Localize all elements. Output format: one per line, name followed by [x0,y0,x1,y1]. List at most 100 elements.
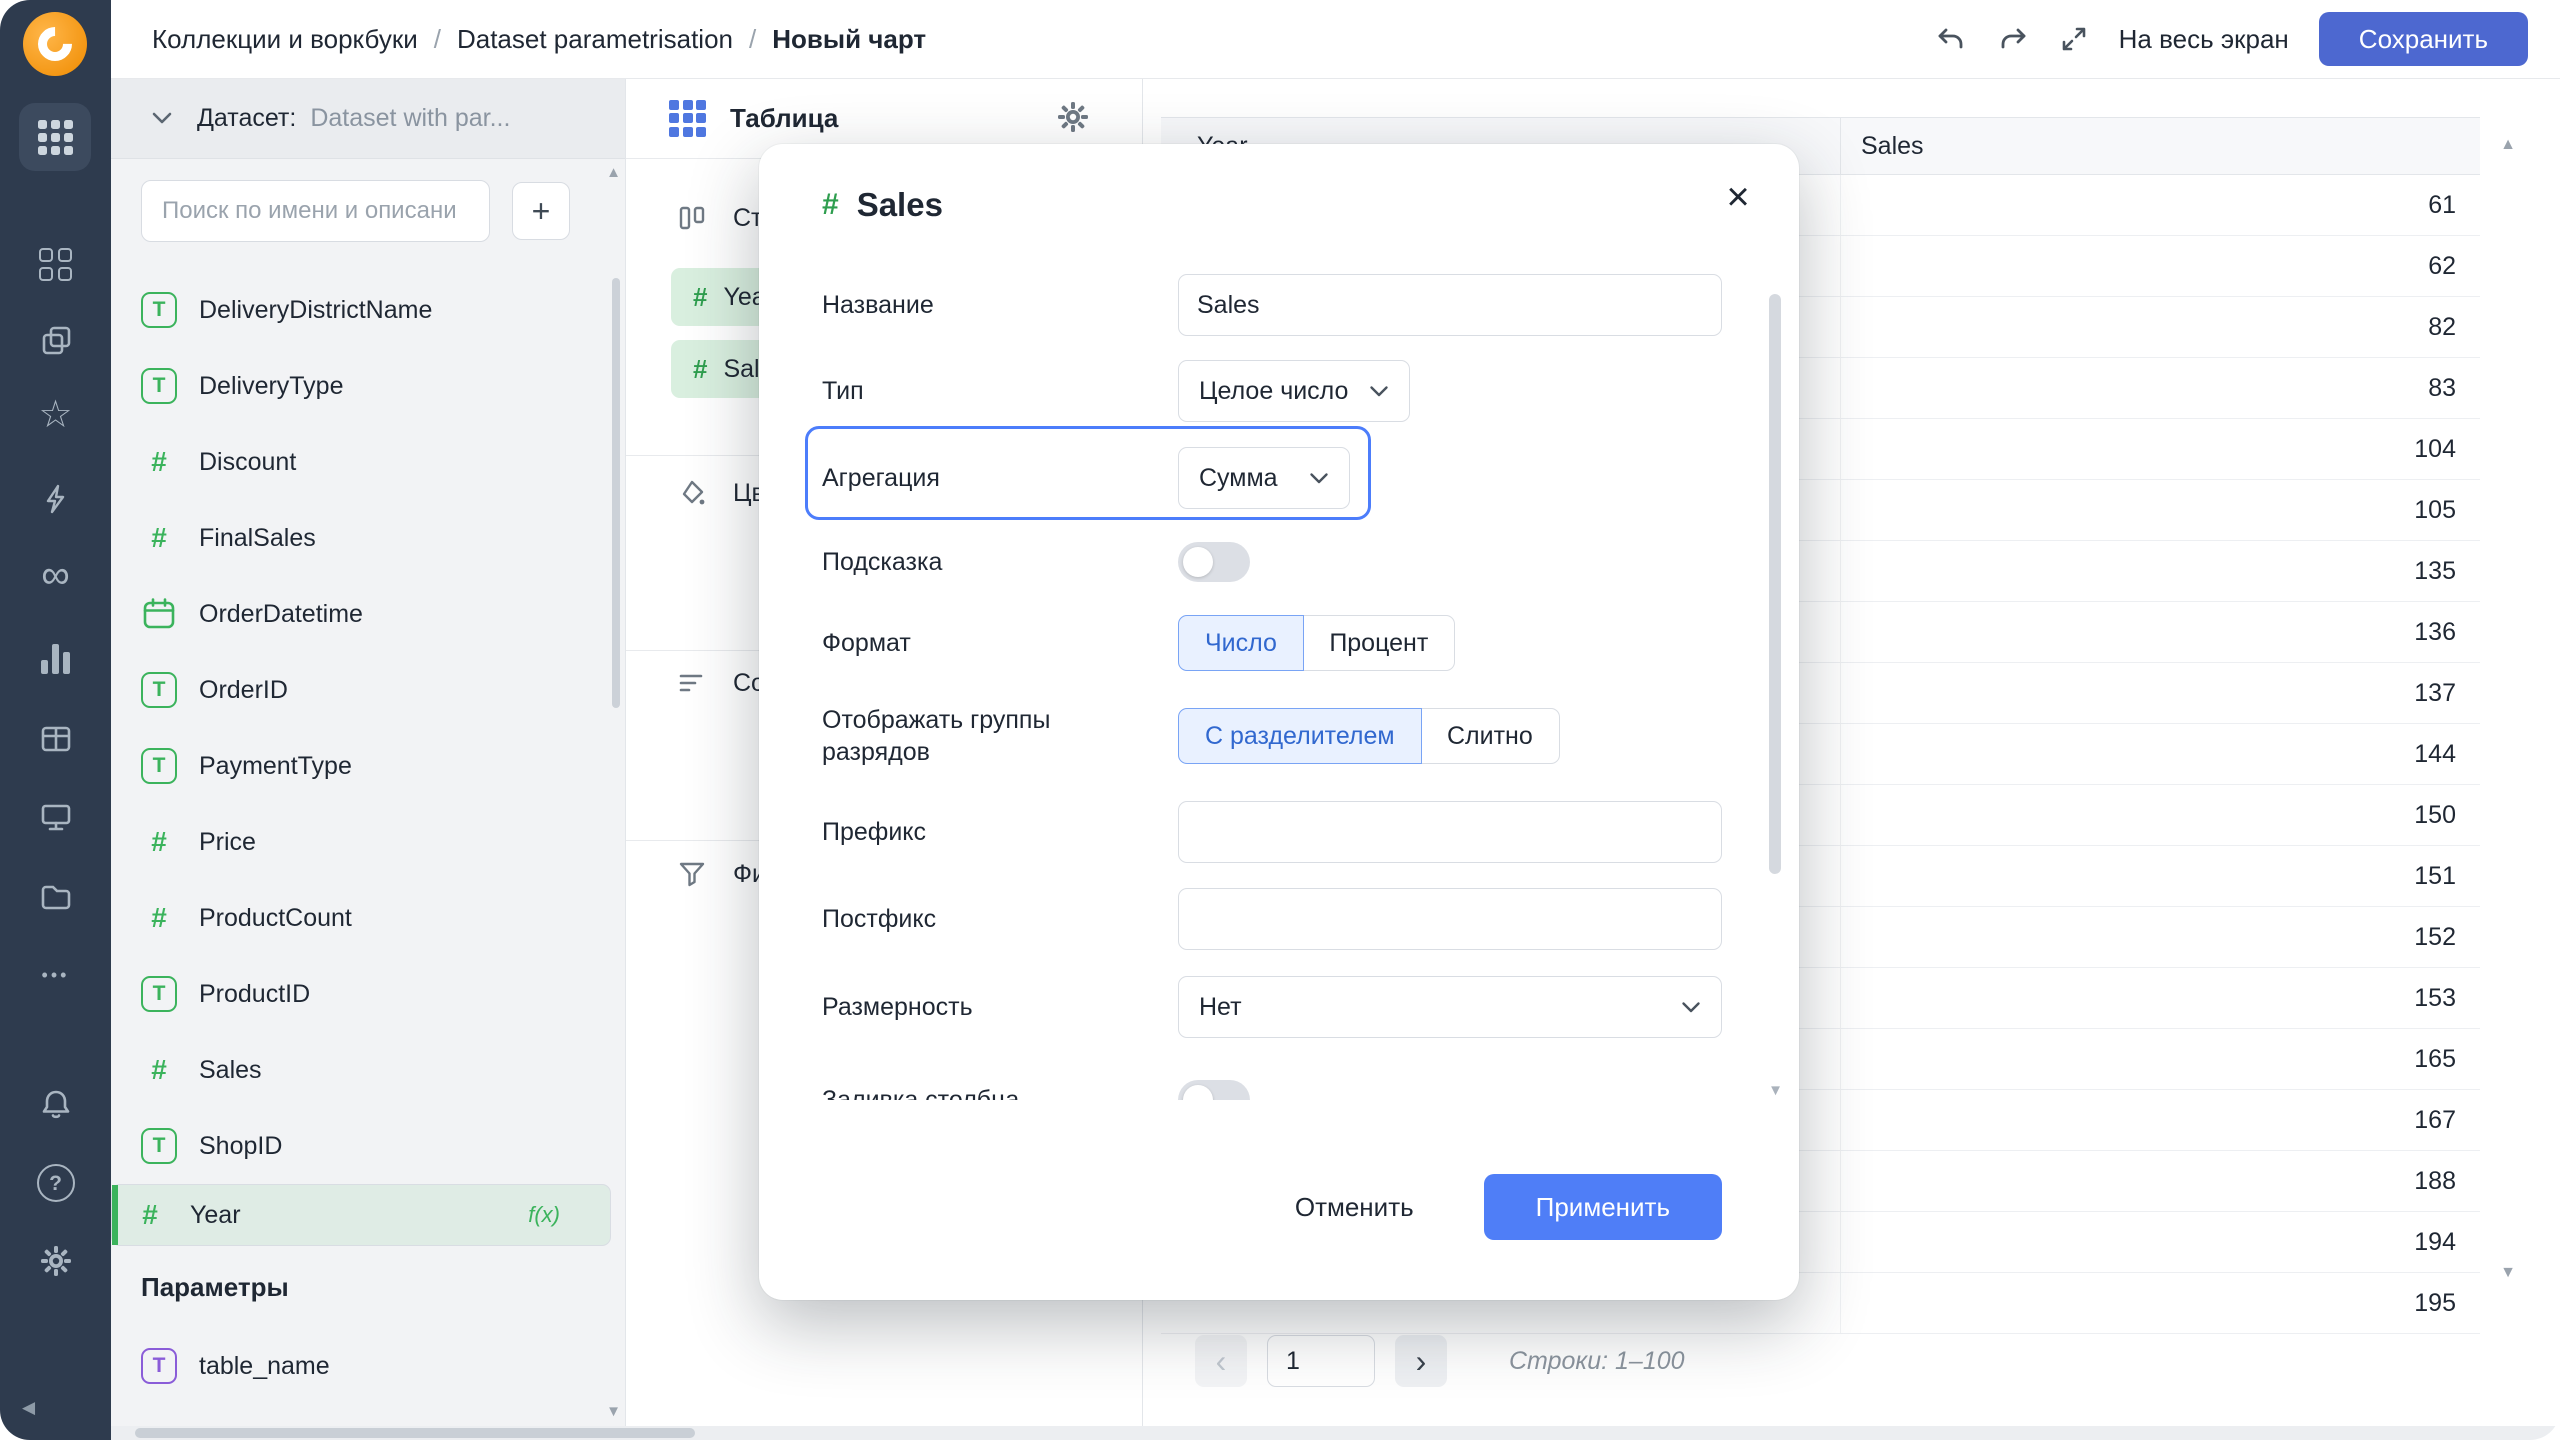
tooltip-row: Подсказка [822,522,1722,602]
add-field-button[interactable]: + [512,182,570,240]
type-select[interactable]: Целое число [1178,360,1410,422]
redo-icon [1997,23,2029,55]
ellipsis-icon: ••• [42,966,70,984]
aggregation-row: Агрегация Сумма [822,434,1722,522]
fields-scrollbar-thumb[interactable] [612,278,620,708]
field-item[interactable]: # ProductCount [111,880,611,956]
format-option-percent[interactable]: Процент [1302,615,1455,671]
field-item[interactable]: T ShopID [111,1108,611,1184]
table-viz-icon[interactable] [669,100,706,137]
close-dialog-button[interactable]: × [1715,174,1761,220]
string-type-icon: T [141,672,177,708]
filter-icon [677,859,707,889]
rail-item-quick-actions[interactable] [0,476,111,522]
column-header-sales[interactable]: Sales [1861,118,1924,174]
prev-page-button[interactable]: ‹ [1195,1335,1247,1387]
chevron-down-icon[interactable] [151,111,173,125]
field-search [141,180,490,242]
field-item[interactable]: T PaymentType [111,728,611,804]
field-item[interactable]: # Discount [111,424,611,500]
name-input[interactable] [1178,274,1722,336]
dimension-select-value: Нет [1199,993,1242,1022]
field-item[interactable]: T OrderID [111,652,611,728]
field-item[interactable]: OrderDatetime [111,576,611,652]
field-item[interactable]: T DeliveryType [111,348,611,424]
field-item[interactable]: T DeliveryDistrictName [111,272,611,348]
field-name: Year [190,1201,241,1230]
dimension-select[interactable]: Нет [1178,976,1722,1038]
horizontal-scrollbar-thumb[interactable] [135,1428,695,1438]
datalens-logo-icon[interactable] [23,12,87,76]
sales-cell: 136 [2414,602,2456,662]
sales-cell: 104 [2414,419,2456,479]
number-type-icon: # [693,354,707,385]
postfix-input[interactable] [1178,888,1722,950]
rail-item-connections[interactable]: ∞ [0,552,111,598]
field-item[interactable]: # Sales [111,1032,611,1108]
dataset-name-link[interactable]: Dataset with par... [310,104,510,133]
rail-item-workbooks[interactable] [0,241,111,287]
aggregation-select[interactable]: Сумма [1178,447,1350,509]
breadcrumb-collections[interactable]: Коллекции и воркбуки [152,24,418,55]
field-item-selected[interactable]: # Year f(x) [111,1184,611,1246]
dialog-scroll-down-icon[interactable]: ▼ [1768,1082,1783,1099]
digit-groups-option-plain[interactable]: Слитно [1420,708,1560,764]
viz-settings-button[interactable] [1056,100,1090,134]
topbar-actions: На весь экран Сохранить [1935,0,2528,78]
field-item[interactable]: T ProductID [111,956,611,1032]
number-type-icon: # [141,522,177,554]
rail-item-notifications[interactable] [0,1082,111,1128]
plus-icon: + [532,193,551,230]
dialog-scrollbar-thumb[interactable] [1769,294,1781,874]
chevron-down-icon [1369,385,1389,398]
breadcrumb-workbook[interactable]: Dataset parametrisation [457,24,733,55]
parameter-item[interactable]: T table_name [111,1328,611,1404]
rail-item-more[interactable]: ••• [0,952,111,998]
horizontal-scrollbar[interactable] [111,1426,2560,1440]
string-type-icon: T [141,292,177,328]
sales-cell: 82 [2428,297,2456,357]
rail-item-files[interactable] [0,874,111,920]
fields-scroll-down-icon[interactable]: ▼ [606,1403,621,1420]
squares-icon [39,248,72,281]
visualization-title[interactable]: Таблица [730,103,838,134]
grid-apps-icon [38,120,73,155]
digit-groups-option-separator[interactable]: С разделителем [1178,708,1422,764]
rail-item-collections[interactable] [0,318,111,364]
collapse-sidebar-button[interactable]: ◀ [22,1398,35,1418]
table-scroll-down-icon[interactable]: ▼ [2500,1264,2516,1282]
prefix-input[interactable] [1178,801,1722,863]
rail-item-favorites[interactable]: ☆ [0,392,111,438]
tooltip-toggle[interactable] [1178,542,1250,582]
rail-item-charts[interactable] [0,636,111,682]
save-button[interactable]: Сохранить [2319,12,2528,66]
format-option-number[interactable]: Число [1178,615,1304,671]
folder-icon [39,880,73,914]
redo-button[interactable] [1997,23,2029,55]
table-scroll-up-icon[interactable]: ▲ [2500,136,2516,154]
app-switcher-button[interactable] [19,103,91,171]
chevron-down-icon [1309,472,1329,485]
dimension-row: Размерность Нет [822,962,1722,1052]
field-item[interactable]: # Price [111,804,611,880]
cancel-button[interactable]: Отменить [1269,1178,1440,1237]
fields-scroll-up-icon[interactable]: ▲ [606,164,621,181]
gear-icon [1056,100,1090,134]
column-fill-toggle[interactable] [1178,1080,1250,1100]
field-search-input[interactable] [160,196,471,226]
rail-item-dashboards[interactable] [0,794,111,840]
rail-item-datasets[interactable] [0,716,111,762]
number-type-icon: # [132,1199,168,1231]
prefix-label: Префикс [822,816,1178,849]
dialog-body: Название Тип Целое число Агрегация [822,262,1722,1100]
fullscreen-label[interactable]: На весь экран [2119,24,2289,55]
undo-button[interactable] [1935,23,1967,55]
next-page-button[interactable]: › [1395,1335,1447,1387]
rail-item-help[interactable]: ? [0,1160,111,1206]
apply-button[interactable]: Применить [1484,1174,1722,1240]
field-item[interactable]: # FinalSales [111,500,611,576]
field-name: ProductID [199,980,310,1009]
fullscreen-button[interactable] [2059,24,2089,54]
rail-item-settings[interactable] [0,1238,111,1284]
page-number-input[interactable] [1267,1335,1375,1387]
